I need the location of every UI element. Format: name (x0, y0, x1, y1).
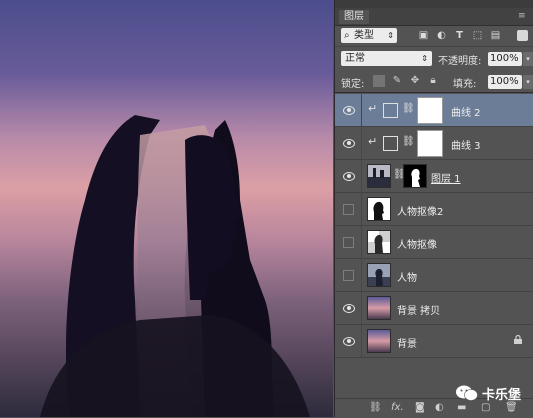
search-icon: ⌕ (344, 30, 350, 41)
layer-mask-thumbnail[interactable] (403, 164, 427, 188)
lock-fill-row: 锁定: ✎ ✥ 🔒︎ 填充: 100% ▾ (335, 71, 533, 93)
fx-icon[interactable]: fx. (391, 402, 404, 414)
hidden-visibility-box (343, 204, 354, 215)
layer-mask-thumbnail[interactable] (417, 130, 443, 157)
eye-icon (343, 139, 355, 148)
layer-name[interactable]: 背景 拷贝 (397, 302, 440, 317)
clipping-mask-icon: ↵ (368, 102, 378, 115)
filter-toggle[interactable] (517, 30, 528, 41)
layer-name[interactable]: 人物 (397, 269, 417, 284)
visibility-toggle[interactable] (335, 325, 362, 357)
layer-row[interactable]: 背景 (335, 325, 533, 358)
lock-label: 锁定: (341, 79, 365, 90)
clipping-mask-icon: ↵ (368, 135, 378, 148)
eye-icon (343, 172, 355, 181)
filter-kind-select[interactable]: ⌕ 类型 ⇕ (341, 28, 397, 43)
blend-opacity-row: 正常 ⇕ 不透明度: 100% ▾ (335, 48, 533, 69)
filter-type-icon[interactable]: T (453, 29, 466, 42)
visibility-toggle[interactable] (335, 127, 362, 159)
curves-adjustment-icon (383, 136, 398, 151)
filter-shape-icon[interactable]: ⬚ (471, 29, 484, 42)
layer-row[interactable]: 人物抠像2 (335, 193, 533, 226)
layer-row[interactable]: 背景 拷贝 (335, 292, 533, 325)
layer-name[interactable]: 人物抠像 (397, 236, 437, 251)
blend-mode-select[interactable]: 正常 ⇕ (341, 51, 432, 66)
spinner-arrows-icon: ⇕ (387, 31, 394, 40)
watermark: 卡乐堡 (452, 382, 532, 404)
link-icon: ⛓︎ (402, 136, 415, 147)
layer-thumbnail[interactable] (367, 296, 391, 320)
layer-row[interactable]: 人物 (335, 259, 533, 292)
add-mask-icon[interactable]: ◙ (415, 402, 425, 414)
link-layers-icon[interactable]: ⛓︎ (369, 402, 382, 414)
layer-thumbnail[interactable] (367, 230, 391, 254)
filter-pixel-icon[interactable]: ▣ (417, 29, 430, 42)
layer-filter-bar: ⌕ 类型 ⇕ ▣ ◐ T ⬚ ▤ (335, 26, 533, 47)
layer-row[interactable]: ↵ ⛓︎ 曲线 2 (335, 94, 533, 127)
opacity-dropdown-icon[interactable]: ▾ (523, 52, 533, 66)
layer-thumbnail[interactable] (367, 164, 391, 188)
layer-row[interactable]: ⛓︎ 图层 1 (335, 160, 533, 193)
visibility-toggle[interactable] (335, 160, 362, 192)
visibility-toggle[interactable] (335, 259, 362, 291)
layer-thumbnail[interactable] (367, 197, 391, 221)
fill-label: 填充: (453, 79, 477, 90)
tab-layers[interactable]: 图层 (339, 10, 369, 24)
document-canvas[interactable] (0, 0, 333, 417)
spinner-arrows-icon: ⇕ (421, 54, 428, 63)
visibility-toggle[interactable] (335, 193, 362, 225)
visibility-toggle[interactable] (335, 94, 362, 126)
layer-row[interactable]: ↵ ⛓︎ 曲线 3 (335, 127, 533, 160)
filter-smart-object-icon[interactable]: ▤ (489, 29, 502, 42)
visibility-toggle[interactable] (335, 226, 362, 258)
double-exposure-image (0, 0, 333, 417)
filter-kind-label: 类型 (354, 30, 374, 41)
curves-adjustment-icon (383, 103, 398, 118)
blend-mode-value: 正常 (345, 53, 365, 64)
layer-name[interactable]: 曲线 2 (451, 104, 481, 119)
hidden-visibility-box (343, 270, 354, 281)
layer-mask-thumbnail[interactable] (417, 97, 443, 124)
layer-name[interactable]: 曲线 3 (451, 137, 481, 152)
panel-tab-bar: 图层 ≡ (335, 8, 533, 26)
lock-icon (514, 334, 522, 344)
layer-name[interactable]: 图层 1 (431, 170, 461, 185)
adjustment-layer-icon[interactable]: ◐ (435, 402, 444, 414)
layer-name[interactable]: 人物抠像2 (397, 203, 443, 218)
layer-thumbnail[interactable] (367, 329, 391, 353)
lock-image-pixels-icon[interactable]: ✎ (391, 75, 403, 87)
filter-adjustment-icon[interactable]: ◐ (435, 29, 448, 42)
layer-list: ↵ ⛓︎ 曲线 2 ↵ ⛓︎ 曲线 3 ⛓︎ 图层 1 人物抠像2 人物抠像 人… (335, 94, 533, 358)
layer-row[interactable]: 人物抠像 (335, 226, 533, 259)
eye-icon (343, 304, 355, 313)
fill-input[interactable]: 100% (488, 75, 522, 89)
lock-position-icon[interactable]: ✥ (409, 75, 421, 87)
lock-transparent-pixels-icon[interactable] (373, 75, 385, 87)
opacity-label: 不透明度: (438, 56, 482, 67)
hidden-visibility-box (343, 237, 354, 248)
panel-menu-icon[interactable]: ≡ (518, 11, 528, 21)
panel-titlebar[interactable] (335, 0, 533, 8)
visibility-toggle[interactable] (335, 292, 362, 324)
layer-name[interactable]: 背景 (397, 335, 417, 350)
lock-all-icon[interactable]: 🔒︎ (427, 75, 439, 87)
opacity-input[interactable]: 100% (488, 52, 522, 66)
layer-thumbnail[interactable] (367, 263, 391, 287)
fill-dropdown-icon[interactable]: ▾ (523, 75, 533, 89)
link-icon: ⛓︎ (402, 103, 415, 114)
wechat-logo-icon (456, 384, 478, 405)
layers-panel: 图层 ≡ ⌕ 类型 ⇕ ▣ ◐ T ⬚ ▤ 正常 ⇕ 不透明度: 100% ▾ … (334, 0, 533, 418)
eye-icon (343, 106, 355, 115)
eye-icon (343, 337, 355, 346)
watermark-text: 卡乐堡 (482, 388, 522, 403)
